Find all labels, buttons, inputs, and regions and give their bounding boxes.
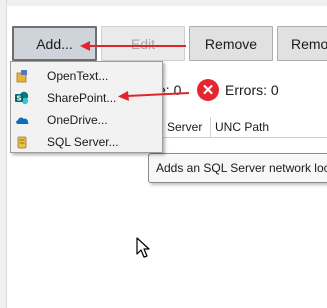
menu-item-opentext[interactable]: OpenText... [11, 65, 162, 87]
menu-item-label: OneDrive... [47, 113, 108, 127]
sharepoint-icon: S [15, 91, 29, 105]
menu-item-onedrive[interactable]: OneDrive... [11, 109, 162, 131]
window-left-edge [0, 0, 7, 308]
tooltip-text: Adds an SQL Server network loc [156, 161, 327, 175]
menu-item-sql-server[interactable]: SQL Server... [11, 131, 162, 153]
error-icon: ✕ [197, 79, 219, 101]
onedrive-icon [16, 117, 29, 124]
menu-item-label: OpenText... [47, 69, 109, 83]
annotation-arrow-add [80, 41, 186, 51]
remove-button[interactable]: Remove [189, 26, 273, 61]
window-top-edge [0, 0, 327, 6]
remove-all-button[interactable]: Remo [277, 26, 327, 61]
column-header-unc-path[interactable]: UNC Path [210, 117, 290, 137]
sql-server-icon [17, 136, 27, 149]
opentext-icon [16, 70, 27, 83]
menu-item-label: SharePoint... [47, 91, 117, 105]
tooltip: Adds an SQL Server network loc [148, 153, 327, 183]
svg-text:S: S [16, 95, 21, 103]
column-header-server[interactable]: Server [162, 117, 210, 137]
errors-count-text: Errors: 0 [225, 82, 279, 98]
mouse-cursor-icon [136, 237, 150, 258]
menu-item-label: SQL Server... [47, 135, 119, 149]
annotation-arrow-sharepoint [118, 91, 190, 101]
errors-count: ✕ Errors: 0 [197, 78, 279, 102]
add-dropdown-menu: OpenText... S SharePoint... OneDrive... … [10, 61, 163, 153]
